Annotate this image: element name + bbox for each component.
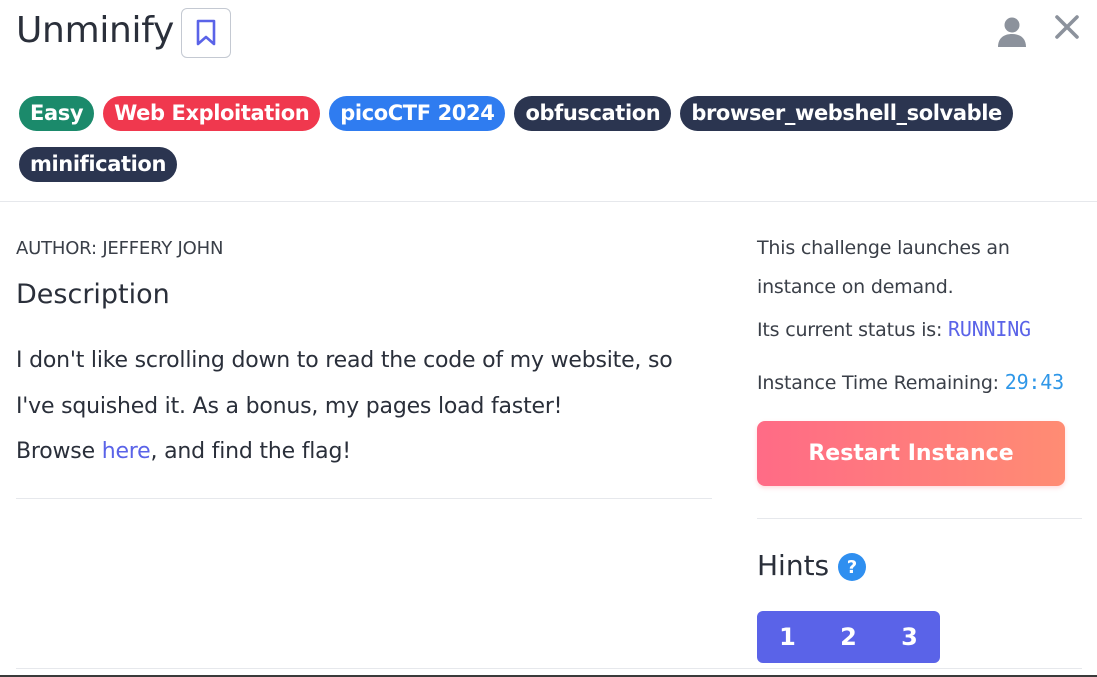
challenge-header: Unminify Easy Web Exploitation picoCTF 2… — [0, 0, 1097, 202]
author-label: AUTHOR: JEFFERY JOHN — [16, 238, 224, 259]
description-line: Browse here, and find the flag! — [16, 439, 351, 464]
challenge-title: Unminify — [16, 10, 175, 51]
restart-instance-button[interactable]: Restart Instance — [757, 421, 1065, 486]
tag-category[interactable]: Web Exploitation — [103, 96, 321, 131]
divider — [16, 668, 1082, 669]
hint-button-group: 1 2 3 — [757, 611, 940, 663]
status-value: RUNNING — [948, 317, 1031, 341]
close-icon[interactable] — [1052, 12, 1082, 42]
description-heading: Description — [16, 279, 170, 310]
divider — [757, 518, 1082, 519]
instance-info-line: This challenge launches an — [757, 237, 1010, 259]
bookmark-button[interactable] — [181, 8, 231, 58]
tag-browser-webshell[interactable]: browser_webshell_solvable — [680, 96, 1013, 131]
time-remaining-value: 29:43 — [1004, 370, 1064, 394]
tag-event[interactable]: picoCTF 2024 — [329, 96, 506, 131]
tag-obfuscation[interactable]: obfuscation — [514, 96, 672, 131]
instance-status: Its current status is: RUNNING — [757, 317, 1031, 341]
question-circle-icon[interactable]: ? — [837, 552, 867, 582]
hint-button-2[interactable]: 2 — [818, 611, 879, 663]
hints-heading: Hints — [757, 549, 830, 582]
tag-difficulty[interactable]: Easy — [19, 96, 95, 131]
description-body: I don't like scrolling down to read the … — [16, 338, 716, 475]
bookmark-icon — [196, 19, 216, 46]
description-line: I don't like scrolling down to read the … — [16, 348, 673, 373]
instance-info-line: instance on demand. — [757, 276, 954, 298]
tag-minification[interactable]: minification — [19, 147, 177, 182]
instance-timer: Instance Time Remaining: 29:43 — [757, 370, 1064, 394]
divider — [16, 498, 712, 499]
user-icon[interactable] — [996, 16, 1028, 48]
hint-button-3[interactable]: 3 — [879, 611, 940, 663]
description-line: I've squished it. As a bonus, my pages l… — [16, 393, 563, 419]
hint-button-1[interactable]: 1 — [757, 611, 818, 663]
challenge-link[interactable]: here — [102, 439, 151, 464]
tag-list: Easy Web Exploitation picoCTF 2024 obfus… — [19, 96, 1079, 198]
svg-text:?: ? — [847, 557, 857, 578]
